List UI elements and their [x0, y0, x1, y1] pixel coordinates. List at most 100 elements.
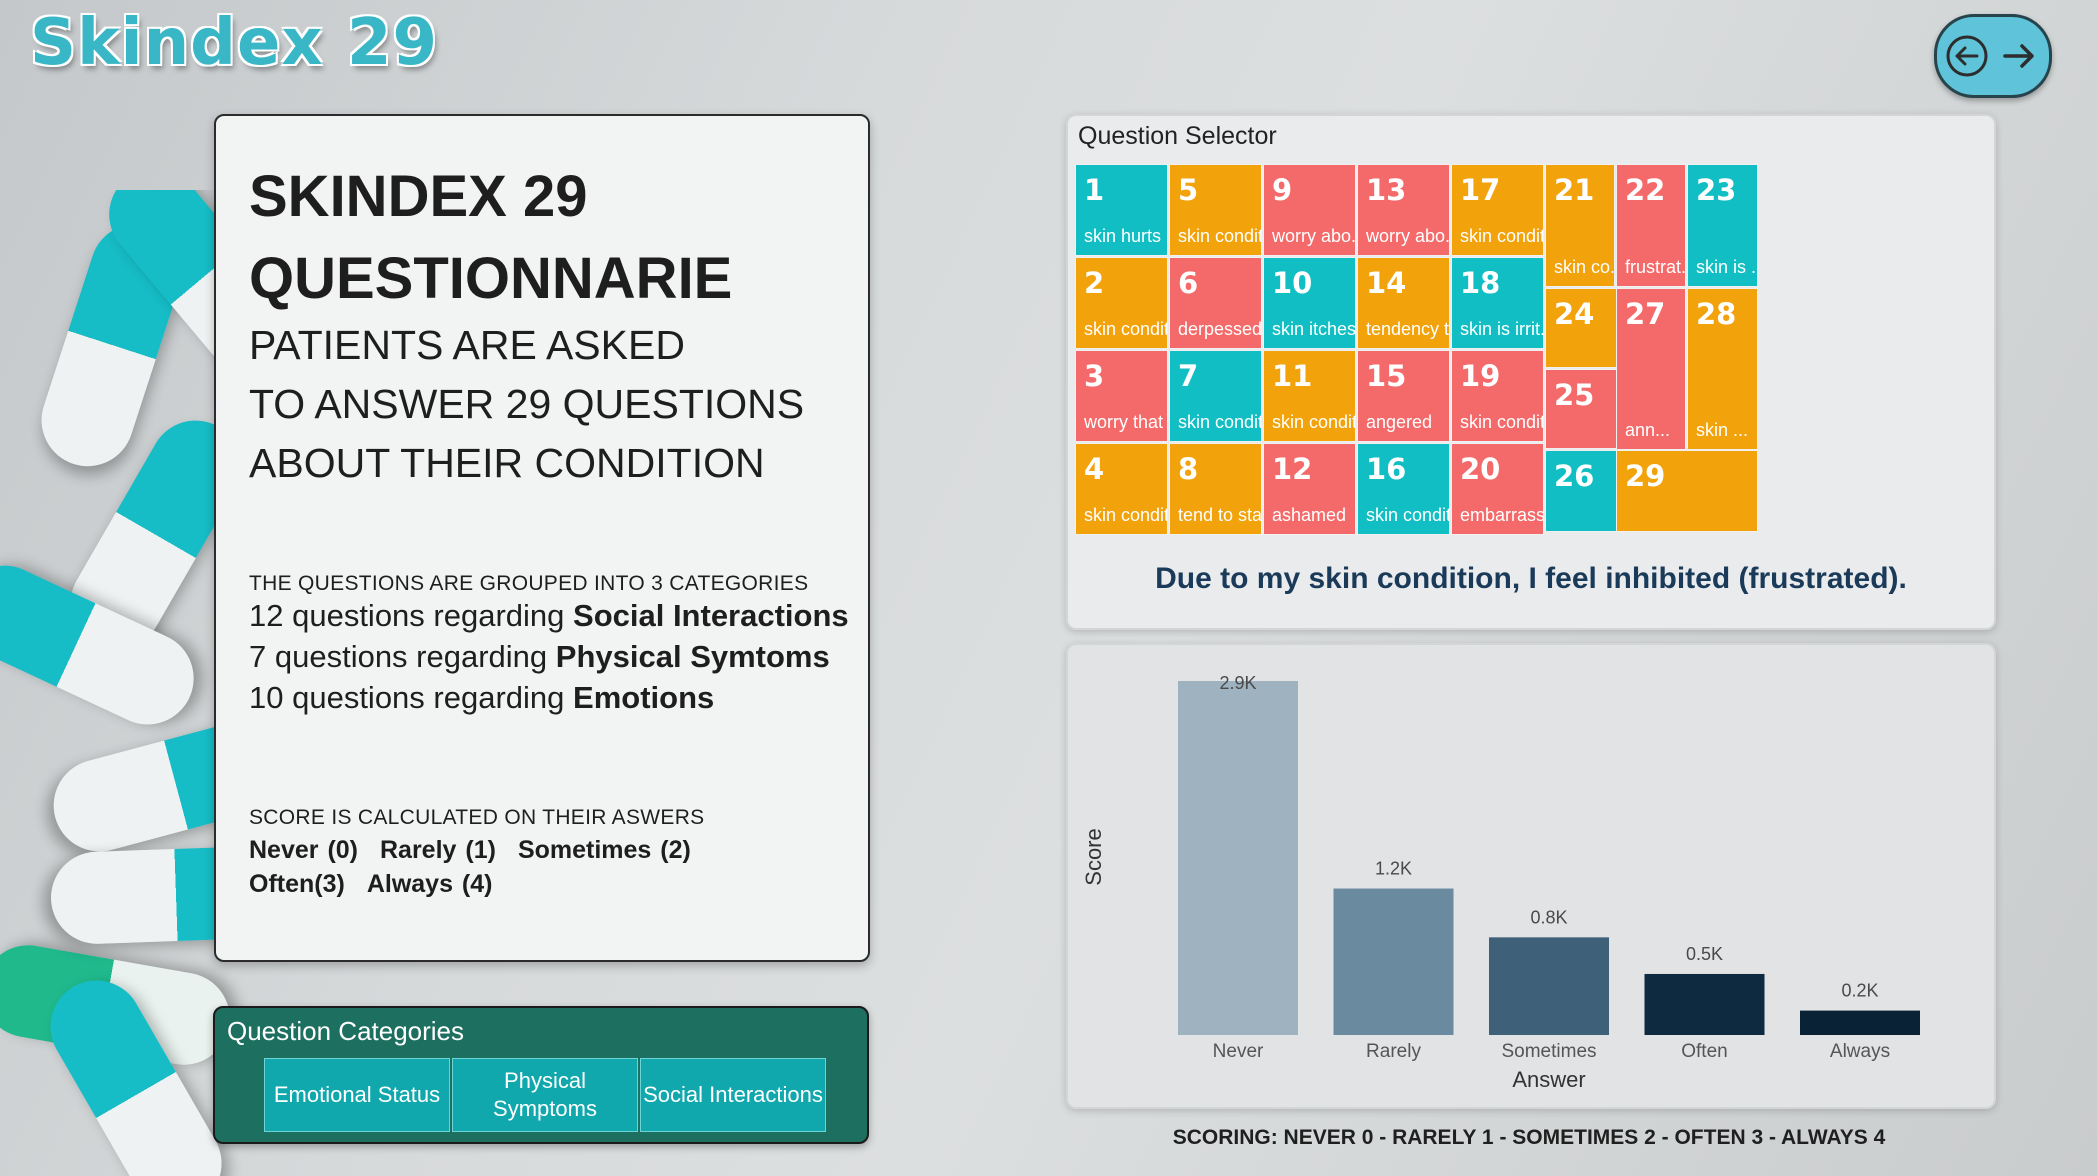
bar-rarely[interactable] [1333, 888, 1454, 1035]
question-tile-12[interactable]: 12 ashamed [1263, 443, 1356, 535]
question-number: 7 [1178, 359, 1199, 393]
question-label: frustrat... [1625, 257, 1686, 277]
question-tile-23[interactable]: 23 skin is ... [1687, 164, 1758, 287]
question-label: skin condit... [1272, 412, 1355, 432]
category-button-social-interactions[interactable]: Social Interactions [640, 1058, 826, 1132]
question-tile-5[interactable]: 5 skin condit... [1169, 164, 1262, 256]
question-number: 3 [1084, 359, 1105, 393]
question-number: 11 [1272, 359, 1313, 393]
question-tile-22[interactable]: 22 frustrat... [1616, 164, 1686, 287]
back-arrow-icon [1946, 35, 1988, 77]
question-label: skin condit... [1084, 505, 1167, 525]
category-line: 12 questions regarding Social Interactio… [249, 598, 849, 633]
score-legend-row: Never (0) Rarely (1) Sometimes (2) [249, 836, 691, 864]
data-label: 0.5K [1686, 944, 1723, 964]
question-number: 15 [1366, 359, 1407, 393]
question-tile-15[interactable]: 15 angered [1357, 350, 1450, 442]
question-label: skin condit... [1084, 319, 1167, 339]
question-categories-panel: Question Categories Emotional Status Phy… [213, 1006, 869, 1144]
back-button[interactable] [1944, 33, 1990, 79]
bar-always[interactable] [1800, 1010, 1920, 1035]
question-number: 19 [1460, 359, 1501, 393]
question-tile-1[interactable]: 1 skin hurts [1075, 164, 1168, 256]
x-tick-label: Sometimes [1501, 1041, 1596, 1062]
question-label: skin condit... [1178, 226, 1261, 246]
question-label: worry that ... [1084, 412, 1167, 432]
question-tile-21[interactable]: 21 skin co... [1545, 164, 1615, 287]
question-tile-28[interactable]: 28 skin ... [1687, 288, 1758, 450]
question-tile-13[interactable]: 13 worry abo... [1357, 164, 1450, 256]
question-number: 21 [1554, 173, 1595, 207]
question-number: 8 [1178, 452, 1199, 486]
question-tile-3[interactable]: 3 worry that ... [1075, 350, 1168, 442]
answer-score-chart: 2.9K Never 1.2K Rarely 0.8K Sometimes 0.5K Ofte… [1066, 643, 1996, 1109]
forward-arrow-icon [2003, 44, 2034, 68]
question-number: 2 [1084, 266, 1105, 300]
score-intro: SCORE IS CALCULATED ON THEIR ASWERS [249, 806, 705, 829]
question-number: 24 [1554, 297, 1595, 331]
question-tile-11[interactable]: 11 skin condit... [1263, 350, 1356, 442]
question-number: 14 [1366, 266, 1407, 300]
category-button-physical-symptoms[interactable]: Physical Symptoms [452, 1058, 638, 1132]
app-title: Skindex 29 [30, 6, 438, 80]
question-number: 10 [1272, 266, 1313, 300]
data-label: 1.2K [1375, 859, 1412, 879]
x-tick-label: Often [1681, 1041, 1727, 1062]
question-tile-18[interactable]: 18 skin is irrit... [1451, 257, 1544, 349]
scoring-footer: SCORING: NEVER 0 - RARELY 1 - SOMETIMES … [1172, 1126, 1886, 1149]
x-axis-label: Answer [1512, 1067, 1585, 1092]
categories-intro: THE QUESTIONS ARE GROUPED INTO 3 CATEGOR… [249, 572, 809, 595]
question-label: ann... [1625, 420, 1671, 440]
questionnaire-heading: SKINDEX 29 QUESTIONNARIE [249, 164, 733, 311]
question-tile-6[interactable]: 6 derpessed [1169, 257, 1262, 349]
bar-sometimes[interactable] [1489, 937, 1609, 1035]
category-button-emotional-status[interactable]: Emotional Status [264, 1058, 450, 1132]
question-label: skin condit... [1460, 226, 1543, 246]
forward-button[interactable] [1996, 33, 2042, 79]
question-number: 9 [1272, 173, 1293, 207]
question-label: skin condit... [1460, 412, 1543, 432]
question-label: worry abo... [1366, 226, 1450, 246]
question-label: worry abo... [1272, 226, 1356, 246]
x-tick-label: Rarely [1366, 1041, 1421, 1062]
question-number: 17 [1460, 173, 1501, 207]
score-legend-row: Often(3) Always (4) [249, 870, 493, 898]
question-number: 20 [1460, 452, 1501, 486]
question-tile-14[interactable]: 14 tendency t... [1357, 257, 1450, 349]
bar-never[interactable] [1178, 681, 1298, 1035]
question-tile-4[interactable]: 4 skin condit... [1075, 443, 1168, 535]
question-number: 6 [1178, 266, 1199, 300]
question-number: 12 [1272, 452, 1313, 486]
question-number: 1 [1084, 173, 1105, 207]
question-label: skin condit... [1366, 505, 1449, 525]
bar-often[interactable] [1644, 973, 1765, 1035]
question-number: 27 [1625, 297, 1666, 331]
x-tick-label: Never [1213, 1041, 1264, 1062]
question-selector-panel: Question Selector 1 skin hurts 2 skin condi… [1066, 114, 1996, 630]
question-tile-29[interactable]: 29 [1616, 450, 1758, 532]
question-tile-10[interactable]: 10 skin itches [1263, 257, 1356, 349]
question-tile-7[interactable]: 7 skin condit... [1169, 350, 1262, 442]
x-tick-label: Always [1830, 1041, 1890, 1062]
question-number: 18 [1460, 266, 1501, 300]
selected-question-text: Due to my skin condition, I feel inhibit… [1155, 562, 1907, 595]
question-tile-8[interactable]: 8 tend to sta... [1169, 443, 1262, 535]
question-label: skin itches [1272, 319, 1356, 339]
question-number: 29 [1625, 459, 1666, 493]
question-tile-2[interactable]: 2 skin condit... [1075, 257, 1168, 349]
question-number: 26 [1554, 459, 1595, 493]
questionnaire-subtitle: PATIENTS ARE ASKED TO ANSWER 29 QUESTION… [249, 316, 849, 493]
question-number: 22 [1625, 173, 1666, 207]
question-tile-16[interactable]: 16 skin condit... [1357, 443, 1450, 535]
question-categories-title: Question Categories [227, 1016, 465, 1046]
question-tile-27[interactable]: 27 ann... [1616, 288, 1686, 450]
question-tile-19[interactable]: 19 skin condit... [1451, 350, 1544, 442]
category-line: 10 questions regarding Emotions [249, 680, 715, 715]
question-number: 16 [1366, 452, 1407, 486]
question-tile-9[interactable]: 9 worry abo... [1263, 164, 1356, 256]
question-tile-20[interactable]: 20 embarrass... [1451, 443, 1544, 535]
question-number: 25 [1554, 378, 1595, 412]
question-label: angered [1366, 412, 1433, 432]
question-number: 13 [1366, 173, 1407, 207]
question-tile-17[interactable]: 17 skin condit... [1451, 164, 1544, 256]
